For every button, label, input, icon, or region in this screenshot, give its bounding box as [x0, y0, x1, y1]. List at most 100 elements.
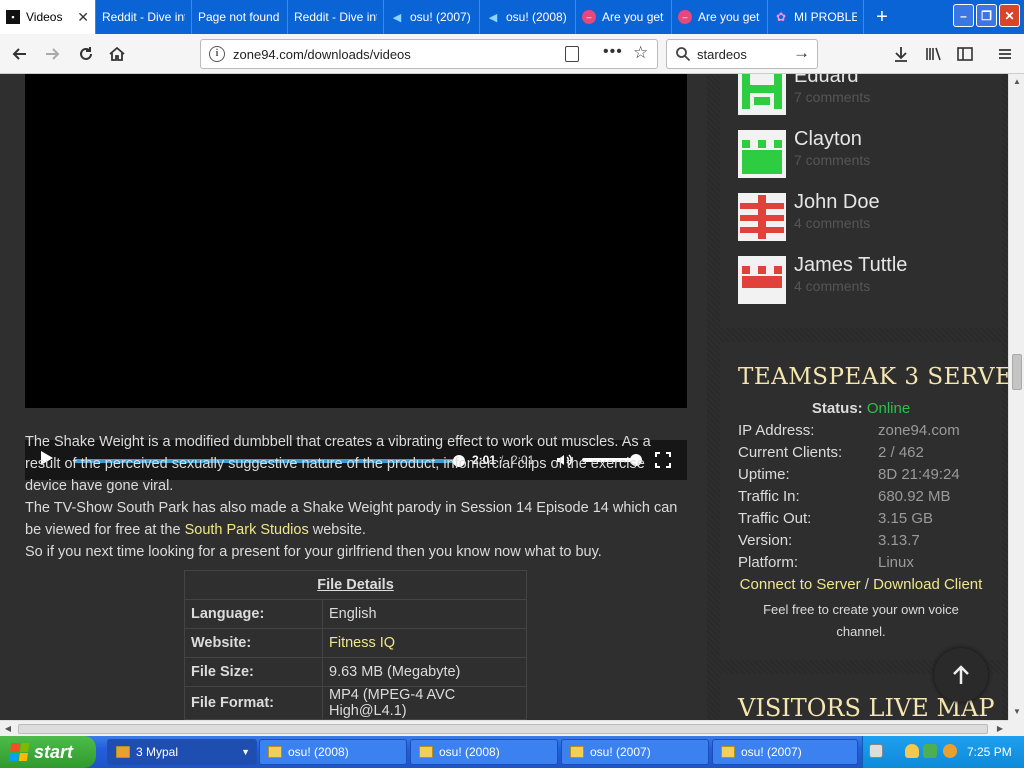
home-button[interactable]	[105, 42, 129, 66]
back-button[interactable]	[8, 42, 32, 66]
avatar	[738, 74, 786, 115]
reader-view-icon[interactable]	[565, 46, 579, 62]
scrollbar-corner	[1008, 720, 1024, 736]
windows-logo-icon	[8, 743, 30, 761]
clock: 7:25 PM	[967, 745, 1012, 759]
new-tab-button[interactable]: +	[864, 0, 900, 34]
table-row: File Format: MP4 (MPEG-4 AVC High@L4.1)	[184, 686, 527, 720]
scroll-up-icon[interactable]: ▲	[1009, 74, 1024, 90]
south-park-link[interactable]: South Park Studios	[185, 522, 309, 538]
start-label: start	[34, 741, 74, 762]
maximize-button[interactable]: ❐	[976, 4, 997, 27]
tab-mi-proble[interactable]: ✿ MI PROBLE	[768, 0, 864, 34]
scroll-thumb[interactable]	[1012, 354, 1022, 390]
avatar	[738, 256, 786, 304]
purple-icon: ✿	[775, 10, 787, 24]
file-details-table: File Details Language: English Website: Fi…	[184, 570, 527, 720]
taskbar-item[interactable]: osu! (2008)	[259, 739, 407, 765]
info-key: Platform:	[738, 554, 799, 571]
website-link[interactable]: Fitness IQ	[322, 628, 527, 658]
scroll-left-icon[interactable]: ◀	[0, 721, 16, 737]
close-icon[interactable]: ✕	[77, 9, 89, 26]
tab-reddit-2[interactable]: Reddit - Dive int	[288, 0, 384, 34]
scroll-down-icon[interactable]: ▼	[1009, 704, 1024, 720]
info-key: Version:	[738, 532, 793, 549]
info-key: Uptime:	[738, 466, 790, 483]
taskbar-item-label: osu! (2008)	[288, 745, 349, 759]
commenter-name: John Doe	[794, 191, 880, 213]
menu-icon[interactable]	[994, 42, 1016, 66]
bookmark-star-icon[interactable]: ☆	[633, 43, 648, 63]
tab-are-you-get-1[interactable]: – Are you get	[576, 0, 672, 34]
network-icon[interactable]	[923, 744, 937, 758]
home-icon	[109, 46, 125, 61]
taskbar-item-label: 3 Mypal	[136, 745, 179, 759]
address-bar[interactable]: i zone94.com/downloads/videos ••• ☆	[200, 39, 658, 69]
tab-page-not-found[interactable]: Page not found	[192, 0, 288, 34]
tab-label: osu! (2007)	[410, 10, 471, 24]
horizontal-scrollbar[interactable]: ◀ ▶	[0, 720, 1008, 736]
search-input[interactable]: stardeos	[697, 47, 747, 62]
chevron-down-icon: ▼	[241, 747, 250, 757]
scroll-thumb[interactable]	[18, 724, 988, 734]
tab-videos[interactable]: ▪ Videos ✕	[0, 0, 96, 34]
taskbar-item[interactable]: osu! (2007)	[561, 739, 709, 765]
taskbar-item[interactable]: osu! (2007)	[712, 739, 858, 765]
info-value: 3.15 GB	[878, 510, 934, 527]
commenter-name: Eduard	[794, 74, 859, 87]
video-player[interactable]	[25, 74, 687, 408]
sidebar-icon[interactable]	[954, 42, 976, 66]
taskbar-item[interactable]: osu! (2008)	[410, 739, 558, 765]
link-separator: /	[864, 576, 869, 593]
tab-osu-2008[interactable]: ◀ osu! (2008)	[480, 0, 576, 34]
tab-label: Page not found	[198, 10, 280, 24]
paragraph-text: website.	[308, 522, 366, 538]
tab-label: Are you get	[602, 10, 664, 24]
pink-icon: –	[678, 10, 692, 24]
scroll-to-top-button[interactable]	[934, 648, 988, 702]
info-value: zone94.com	[878, 422, 960, 439]
pink-icon: –	[582, 10, 596, 24]
minimize-button[interactable]: –	[953, 4, 974, 27]
folder-icon	[570, 746, 584, 758]
arrow-up-icon	[953, 665, 969, 684]
connect-server-link[interactable]: Connect to Server	[740, 576, 861, 593]
osu-icon: ◀	[392, 11, 402, 24]
folder-icon	[419, 746, 433, 758]
downloads-icon[interactable]	[890, 42, 912, 66]
tab-reddit-1[interactable]: Reddit - Dive int	[96, 0, 192, 34]
search-go-icon[interactable]: →	[793, 43, 810, 63]
library-icon[interactable]	[922, 42, 944, 66]
shield-icon[interactable]	[905, 744, 919, 758]
url-text[interactable]: zone94.com/downloads/videos	[233, 47, 411, 62]
taskbar-item-mypal[interactable]: 3 Mypal ▼	[107, 739, 257, 765]
start-button[interactable]: start	[0, 736, 96, 768]
info-value: 2 / 462	[878, 444, 924, 461]
page-actions-icon[interactable]: •••	[603, 43, 623, 61]
download-client-link[interactable]: Download Client	[873, 576, 982, 593]
reload-button[interactable]	[74, 42, 98, 66]
status-label: Status:	[811, 400, 863, 417]
keyboard-icon[interactable]	[869, 744, 883, 758]
info-icon[interactable]: i	[209, 46, 225, 62]
close-window-button[interactable]: ✕	[999, 4, 1020, 27]
taskbar-item-label: osu! (2007)	[741, 745, 802, 759]
scroll-right-icon[interactable]: ▶	[992, 721, 1008, 737]
tab-are-you-get-2[interactable]: – Are you get	[672, 0, 768, 34]
taskbar-item-label: osu! (2008)	[439, 745, 500, 759]
search-tray-icon[interactable]	[943, 744, 957, 758]
status-value: Online	[866, 400, 911, 417]
vertical-scrollbar[interactable]: ▲ ▼	[1008, 74, 1024, 720]
tab-osu-2007[interactable]: ◀ osu! (2007)	[384, 0, 480, 34]
forward-button[interactable]	[40, 42, 64, 66]
forward-arrow-icon	[46, 48, 60, 60]
server-info-row: Current Clients: 2 / 462	[738, 444, 1002, 466]
teamspeak-panel: TEAMSPEAK 3 SERVER Status: Online IP Add…	[720, 342, 1008, 660]
table-row: File Size: 9.63 MB (Megabyte)	[184, 657, 527, 687]
search-bar[interactable]: stardeos →	[666, 39, 818, 69]
comment-count: 4 comments	[794, 215, 871, 231]
detail-value: 9.63 MB (Megabyte)	[322, 657, 527, 687]
tab-label: MI PROBLE	[794, 10, 857, 24]
file-details-title: File Details	[184, 570, 527, 600]
server-note: Feel free to create your own voice chann…	[763, 602, 959, 639]
